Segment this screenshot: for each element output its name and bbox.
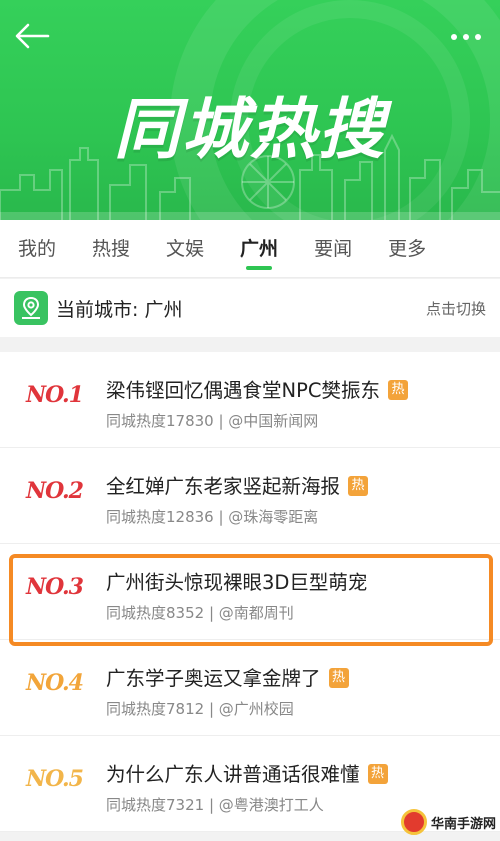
category-tabs: 我的 热搜 文娱 广州 要闻 更多 — [0, 220, 500, 278]
rank-label: NO.3 — [26, 574, 84, 600]
item-title-text: 梁伟铿回忆偶遇食堂NPC樊振东 — [106, 379, 380, 402]
list-item[interactable]: NO.2 全红婵广东老家竖起新海报热 同城热度12836 | @珠海零距离 — [0, 448, 500, 544]
tab-guangzhou[interactable]: 广州 — [222, 220, 296, 278]
location-pin-icon — [14, 291, 48, 325]
item-title: 梁伟铿回忆偶遇食堂NPC樊振东热 — [106, 374, 408, 403]
switch-city-link[interactable]: 点击切换 — [426, 298, 486, 319]
back-arrow-icon — [15, 23, 50, 49]
current-city-label: 当前城市: 广州 — [56, 298, 183, 321]
rank-label: NO.4 — [26, 670, 84, 696]
header-banner: 同城热搜 — [0, 0, 500, 220]
current-city-bar: 当前城市: 广州 点击切换 — [0, 279, 500, 337]
watermark: 华南手游网 — [400, 809, 496, 835]
hot-badge: 热 — [367, 763, 388, 784]
rank-label: NO.1 — [26, 382, 84, 408]
list-item[interactable]: NO.1 梁伟铿回忆偶遇食堂NPC樊振东热 同城热度17830 | @中国新闻网 — [0, 352, 500, 448]
tab-mine[interactable]: 我的 — [0, 220, 74, 278]
more-button[interactable] — [446, 22, 486, 52]
item-title: 广州街头惊现裸眼3D巨型萌宠 — [106, 566, 367, 595]
item-meta: 同城热度12836 | @珠海零距离 — [106, 508, 319, 526]
item-meta: 同城热度8352 | @南都周刊 — [106, 604, 294, 622]
item-title-text: 广州街头惊现裸眼3D巨型萌宠 — [106, 571, 368, 594]
item-title-text: 全红婵广东老家竖起新海报 — [106, 475, 341, 498]
item-title: 全红婵广东老家竖起新海报热 — [106, 470, 369, 499]
hot-search-list: NO.1 梁伟铿回忆偶遇食堂NPC樊振东热 同城热度17830 | @中国新闻网… — [0, 352, 500, 832]
item-meta: 同城热度17830 | @中国新闻网 — [106, 412, 319, 430]
list-item[interactable]: NO.4 广东学子奥运又拿金牌了热 同城热度7812 | @广州校园 — [0, 640, 500, 736]
item-meta: 同城热度7321 | @粤港澳打工人 — [106, 796, 324, 814]
watermark-text: 华南手游网 — [430, 816, 496, 832]
rank-label: NO.2 — [26, 478, 84, 504]
rank-label: NO.5 — [26, 766, 84, 792]
item-title: 广东学子奥运又拿金牌了热 — [106, 662, 349, 691]
hot-badge: 热 — [387, 379, 408, 400]
item-title: 为什么广东人讲普通话很难懂热 — [106, 758, 388, 787]
tab-entertainment[interactable]: 文娱 — [148, 220, 222, 278]
item-title-text: 广东学子奥运又拿金牌了 — [106, 667, 321, 690]
item-title-text: 为什么广东人讲普通话很难懂 — [106, 763, 360, 786]
city-skyline-illustration — [0, 133, 500, 220]
tab-hot-search[interactable]: 热搜 — [74, 220, 148, 278]
hot-badge: 热 — [348, 475, 369, 496]
watermark-logo-icon — [400, 809, 427, 835]
back-button[interactable] — [10, 14, 54, 58]
list-item[interactable]: NO.3 广州街头惊现裸眼3D巨型萌宠 同城热度8352 | @南都周刊 — [0, 544, 500, 640]
tab-more[interactable]: 更多 — [370, 220, 444, 278]
tab-news[interactable]: 要闻 — [296, 220, 370, 278]
hot-badge: 热 — [328, 667, 349, 688]
more-dots-icon — [451, 34, 481, 40]
item-meta: 同城热度7812 | @广州校园 — [106, 700, 294, 718]
